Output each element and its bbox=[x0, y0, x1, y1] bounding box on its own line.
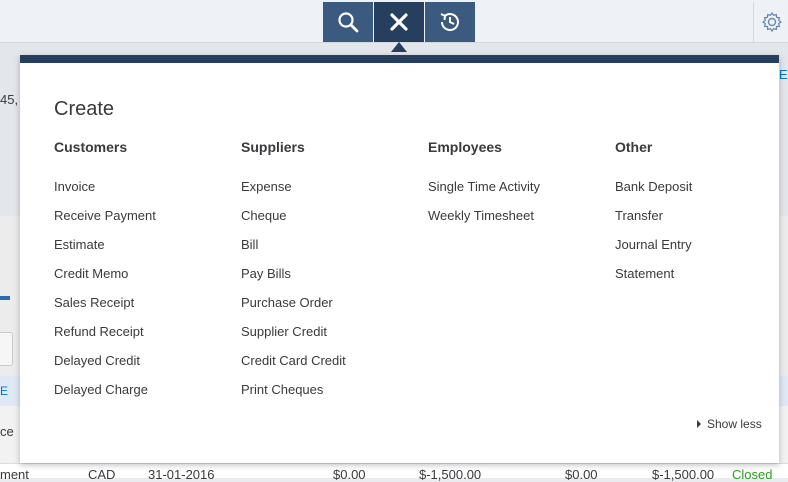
show-less-label: Show less bbox=[707, 417, 762, 431]
search-icon bbox=[338, 12, 359, 33]
row-amount-4: $-1,500.00 bbox=[652, 467, 715, 482]
background-row-fragment: ce bbox=[0, 424, 14, 439]
employees-heading: Employees bbox=[428, 139, 502, 155]
create-refund-receipt[interactable]: Refund Receipt bbox=[54, 317, 156, 346]
customers-column: Customers Invoice Receive Payment Estima… bbox=[54, 138, 156, 404]
employees-column: Employees Single Time Activity Weekly Ti… bbox=[428, 138, 540, 230]
create-sales-receipt[interactable]: Sales Receipt bbox=[54, 288, 156, 317]
create-weekly-timesheet[interactable]: Weekly Timesheet bbox=[428, 201, 540, 230]
create-statement[interactable]: Statement bbox=[615, 259, 692, 288]
create-estimate[interactable]: Estimate bbox=[54, 230, 156, 259]
recent-transactions-button[interactable] bbox=[425, 2, 475, 42]
create-menu-panel: Create Customers Invoice Receive Payment… bbox=[20, 55, 779, 463]
caret-right-icon bbox=[697, 420, 701, 428]
show-less-toggle[interactable]: Show less bbox=[697, 417, 762, 431]
gear-icon bbox=[761, 11, 782, 33]
table-row[interactable]: ment CAD 31-01-2016 $0.00 $-1,500.00 $0.… bbox=[0, 463, 788, 482]
create-journal-entry[interactable]: Journal Entry bbox=[615, 230, 692, 259]
row-date: 31-01-2016 bbox=[148, 467, 215, 482]
background-amount-fragment: 45, bbox=[0, 92, 19, 107]
suppliers-column: Suppliers Expense Cheque Bill Pay Bills … bbox=[241, 138, 346, 404]
other-heading: Other bbox=[615, 139, 653, 155]
row-amount-2: $-1,500.00 bbox=[419, 467, 482, 482]
create-invoice[interactable]: Invoice bbox=[54, 172, 156, 201]
row-amount-1: $0.00 bbox=[333, 467, 366, 482]
row-status: Closed bbox=[732, 467, 773, 482]
customers-heading: Customers bbox=[54, 139, 128, 155]
create-credit-card-credit[interactable]: Credit Card Credit bbox=[241, 346, 346, 375]
history-icon bbox=[440, 13, 459, 31]
panel-top-bar bbox=[20, 55, 779, 63]
row-amount-3: $0.00 bbox=[565, 467, 598, 482]
create-transfer[interactable]: Transfer bbox=[615, 201, 692, 230]
create-supplier-credit[interactable]: Supplier Credit bbox=[241, 317, 346, 346]
create-pay-bills[interactable]: Pay Bills bbox=[241, 259, 346, 288]
close-create-button[interactable] bbox=[374, 2, 424, 42]
suppliers-heading: Suppliers bbox=[241, 139, 305, 155]
settings-button[interactable] bbox=[753, 2, 788, 42]
background-edit-link[interactable]: Ec bbox=[779, 67, 788, 82]
create-receive-payment[interactable]: Receive Payment bbox=[54, 201, 156, 230]
create-print-cheques[interactable]: Print Cheques bbox=[241, 375, 346, 404]
create-cheque[interactable]: Cheque bbox=[241, 201, 346, 230]
create-delayed-credit[interactable]: Delayed Credit bbox=[54, 346, 156, 375]
create-bill[interactable]: Bill bbox=[241, 230, 346, 259]
background-header-fragment: E bbox=[0, 384, 9, 398]
active-tab-indicator bbox=[0, 296, 10, 300]
create-expense[interactable]: Expense bbox=[241, 172, 346, 201]
create-purchase-order[interactable]: Purchase Order bbox=[241, 288, 346, 317]
background-button[interactable] bbox=[0, 332, 13, 366]
row-currency: CAD bbox=[88, 467, 116, 482]
search-button[interactable] bbox=[323, 2, 373, 42]
create-single-time-activity[interactable]: Single Time Activity bbox=[428, 172, 540, 201]
create-delayed-charge[interactable]: Delayed Charge bbox=[54, 375, 156, 404]
panel-pointer bbox=[391, 42, 407, 52]
create-title: Create bbox=[54, 98, 115, 120]
create-credit-memo[interactable]: Credit Memo bbox=[54, 259, 156, 288]
row-type: ment bbox=[0, 467, 29, 482]
close-icon bbox=[390, 13, 408, 31]
create-bank-deposit[interactable]: Bank Deposit bbox=[615, 172, 692, 201]
other-column: Other Bank Deposit Transfer Journal Entr… bbox=[615, 138, 692, 288]
